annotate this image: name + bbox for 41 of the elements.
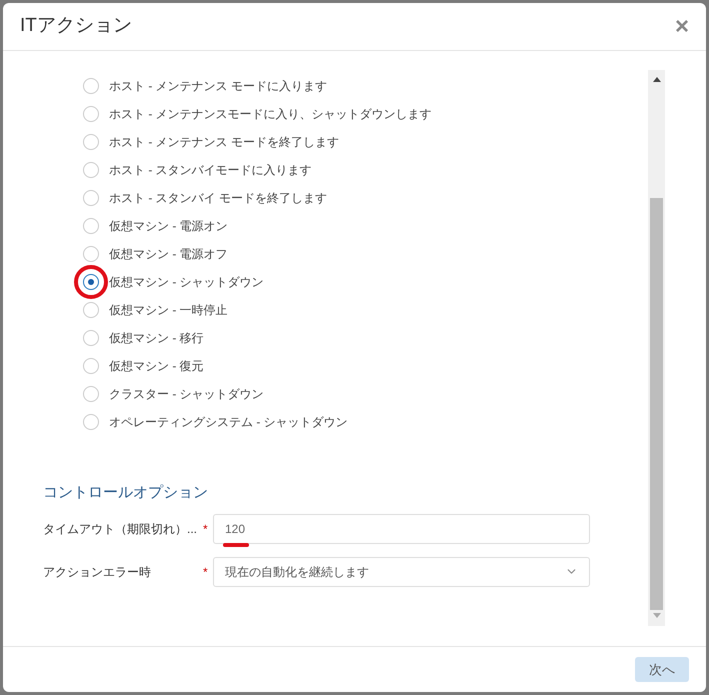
required-mark: * [203,564,209,580]
option-label: クラスター - シャットダウン [109,386,264,403]
option-label: 仮想マシン - 一時停止 [109,302,228,319]
radio-button[interactable] [83,386,99,402]
section-heading: コントロールオプション [43,483,209,503]
radio-button[interactable] [83,330,99,346]
field-label: アクションエラー時 [43,564,152,580]
field-label: タイムアウト（期限切れ）... [43,520,198,538]
option-label: 仮想マシン - 電源オフ [109,246,228,263]
scrollbar[interactable] [648,70,665,626]
radio-button[interactable] [83,274,99,290]
option-label: 仮想マシン - 移行 [109,330,204,347]
scroll-up-icon[interactable] [652,77,660,82]
radio-button[interactable] [83,78,99,94]
option-label: ホスト - メンテナンス モードに入ります [109,78,327,95]
dialog-title: ITアクション [20,14,132,38]
radio-button[interactable] [83,218,99,234]
required-mark: * [203,520,209,538]
scrollbar-thumb[interactable] [650,198,663,610]
radio-button[interactable] [83,134,99,150]
close-button[interactable]: × [674,14,689,38]
option-label: 仮想マシン - シャットダウン [109,274,264,291]
radio-button[interactable] [83,190,99,206]
option-label: ホスト - メンテナンス モードを終了します [109,134,339,151]
option-label: 仮想マシン - 電源オン [109,218,228,235]
radio-button[interactable] [83,106,99,122]
option-label: ホスト - メンテナンスモードに入り、シャットダウンします [109,106,432,123]
option-label: ホスト - スタンバイ モードを終了します [109,190,327,207]
radio-button[interactable] [83,414,99,430]
field-value: 120 [225,522,246,536]
next-button[interactable]: 次へ [635,657,689,682]
radio-button[interactable] [83,358,99,374]
error-action-dropdown[interactable]: 現在の自動化を継続します [213,556,590,586]
option-label: ホスト - スタンバイモードに入ります [109,162,312,179]
option-label: オペレーティングシステム - シャットダウン [109,414,348,431]
radio-button[interactable] [83,302,99,318]
radio-button[interactable] [83,162,99,178]
field-value: 現在の自動化を継続します [225,564,369,580]
option-label: 仮想マシン - 復元 [109,358,204,375]
radio-button[interactable] [83,246,99,262]
scroll-down-icon[interactable] [652,613,660,618]
